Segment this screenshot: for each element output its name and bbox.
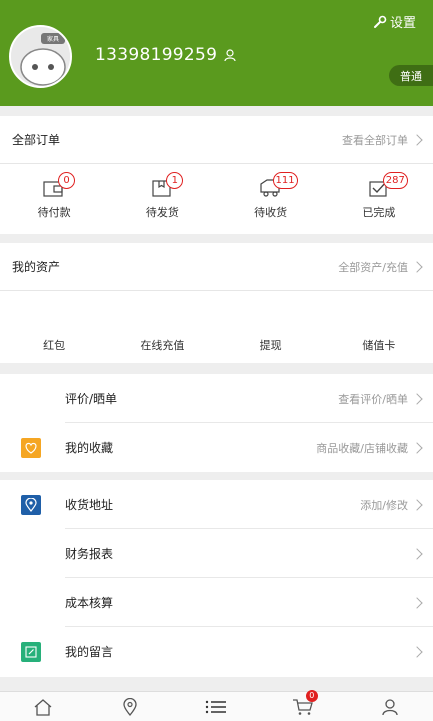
order-status-completed[interactable]: 287 已完成 (325, 164, 433, 234)
order-count-badge: 0 (58, 172, 75, 189)
menu-item-label: 收货地址 (65, 498, 114, 512)
all-orders-link-text: 查看全部订单 (342, 133, 408, 147)
menu-item-link-text: 商品收藏/店铺收藏 (316, 441, 408, 455)
order-status-label: 待付款 (37, 206, 71, 219)
menu-item-address[interactable]: 收货地址 添加/修改 (0, 480, 433, 529)
list-icon (206, 700, 227, 713)
chevron-right-icon (411, 498, 423, 511)
location-icon (21, 494, 41, 515)
blank-icon (21, 593, 41, 613)
all-assets-link[interactable]: 全部资产/充值 (338, 259, 423, 275)
tab-cart[interactable]: 0 (260, 690, 347, 721)
heart-icon (21, 437, 41, 458)
bottom-tab-bar: 0 (0, 690, 433, 721)
settings-label: 设置 (389, 16, 416, 31)
chevron-right-icon (411, 441, 423, 454)
tab-home[interactable] (0, 692, 87, 721)
asset-label: 在线充值 (140, 339, 185, 352)
menu-item-link[interactable] (411, 547, 423, 560)
menu-item-link[interactable] (411, 645, 423, 658)
chevron-right-icon (411, 596, 423, 609)
asset-label: 红包 (43, 339, 66, 352)
menu-item-link[interactable]: 商品收藏/店铺收藏 (316, 440, 423, 456)
blank-icon (21, 389, 41, 409)
assets-header[interactable]: 我的资产 全部资产/充值 (0, 243, 433, 291)
tab-list[interactable] (173, 692, 260, 721)
assets-title: 我的资产 (12, 260, 61, 274)
asset-online-recharge[interactable]: 在线充值 (108, 291, 216, 363)
user-outline-icon (224, 49, 236, 62)
menu-group-1: 评价/晒单 查看评价/晒单 我的收藏 商品收藏/店铺收藏 (0, 374, 433, 472)
asset-stored-value-card[interactable]: 储值卡 (325, 291, 433, 363)
order-status-pending-shipment[interactable]: 1 待发货 (108, 164, 216, 234)
home-icon (34, 698, 52, 716)
menu-item-link-text: 查看评价/晒单 (338, 392, 408, 406)
assets-section: 我的资产 全部资产/充值 红包 在线充值 提现 储值卡 (0, 243, 433, 363)
phone-number: 13398199259 (95, 45, 218, 65)
avatar-text: 家具 (47, 35, 59, 43)
tab-location[interactable] (87, 692, 174, 721)
menu-item-reviews[interactable]: 评价/晒单 查看评价/晒单 (0, 374, 433, 423)
asset-label: 储值卡 (362, 339, 396, 352)
asset-label: 提现 (259, 339, 282, 352)
blank-icon (21, 544, 41, 564)
avatar-image: 家具 (11, 27, 70, 86)
order-status-pending-payment[interactable]: 0 待付款 (0, 164, 108, 234)
avatar[interactable]: 家具 (9, 25, 72, 88)
menu-item-label: 我的收藏 (65, 441, 114, 455)
order-status-label: 已完成 (362, 206, 396, 219)
menu-item-link[interactable]: 查看评价/晒单 (338, 391, 423, 407)
cart-count-badge: 0 (305, 690, 318, 702)
wrench-icon (373, 15, 387, 28)
chevron-right-icon (411, 260, 423, 273)
orders-section: 全部订单 查看全部订单 0 待付款 1 待发货 111 待收货 287 已完成 (0, 116, 433, 234)
settings-button[interactable]: 设置 (373, 12, 416, 31)
menu-item-label: 财务报表 (65, 547, 114, 561)
asset-red-packet[interactable]: 红包 (0, 291, 108, 363)
tab-profile[interactable] (346, 692, 433, 721)
all-assets-link-text: 全部资产/充值 (338, 260, 408, 274)
all-orders-link[interactable]: 查看全部订单 (342, 132, 423, 148)
order-count-badge: 1 (166, 172, 184, 189)
order-count-badge: 287 (382, 172, 408, 189)
order-status-pending-receipt[interactable]: 111 待收货 (217, 164, 325, 234)
menu-item-cost-accounting[interactable]: 成本核算 (0, 578, 433, 627)
edit-icon (21, 641, 41, 662)
order-status-label: 待收货 (254, 206, 288, 219)
menu-item-label: 评价/晒单 (65, 392, 118, 406)
asset-withdraw[interactable]: 提现 (217, 291, 325, 363)
order-status-label: 待发货 (145, 206, 179, 219)
menu-item-financial-report[interactable]: 财务报表 (0, 529, 433, 578)
user-icon (382, 698, 398, 715)
menu-item-label: 我的留言 (65, 645, 114, 659)
menu-group-2: 收货地址 添加/修改 财务报表 成本核算 我的留言 (0, 480, 433, 677)
orders-title: 全部订单 (12, 133, 61, 147)
menu-item-link[interactable]: 添加/修改 (360, 497, 423, 513)
menu-item-label: 成本核算 (65, 596, 114, 610)
member-level-badge: 普通 (389, 65, 433, 86)
chevron-right-icon (411, 392, 423, 405)
menu-item-link-text: 添加/修改 (360, 498, 408, 512)
chevron-right-icon (411, 547, 423, 560)
orders-header[interactable]: 全部订单 查看全部订单 (0, 116, 433, 164)
menu-item-favorites[interactable]: 我的收藏 商品收藏/店铺收藏 (0, 423, 433, 472)
menu-item-messages[interactable]: 我的留言 (0, 627, 433, 676)
location-pin-icon (123, 697, 137, 716)
order-count-badge: 111 (272, 172, 298, 189)
menu-item-link[interactable] (411, 596, 423, 609)
chevron-right-icon (411, 133, 423, 146)
chevron-right-icon (411, 645, 423, 658)
user-phone[interactable]: 13398199259 (95, 45, 237, 65)
profile-header: 设置 家具 13398199259 普通 (0, 0, 433, 106)
